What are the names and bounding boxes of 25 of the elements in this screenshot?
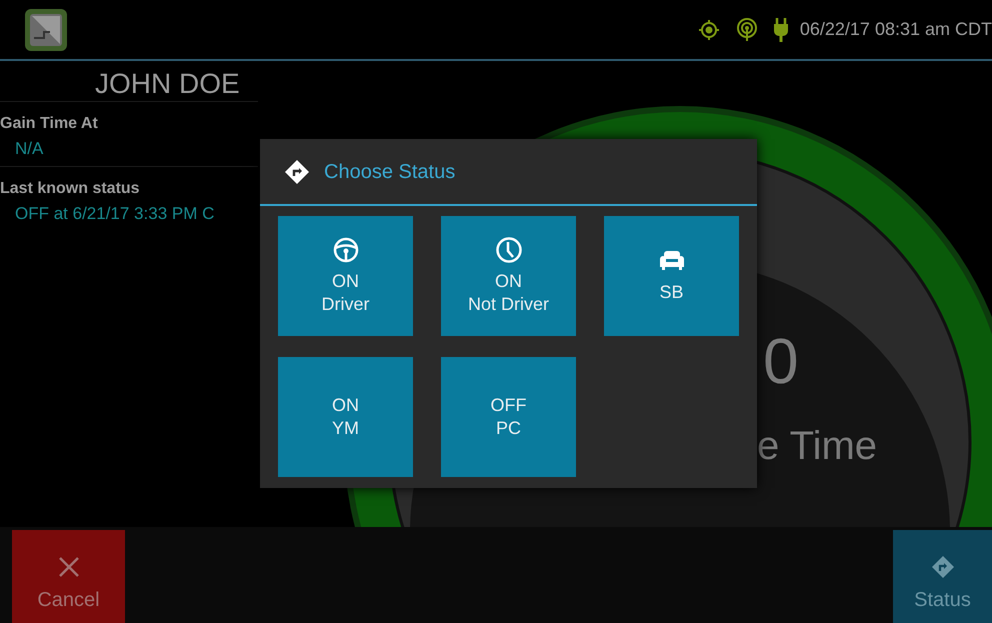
field-label: Gain Time At: [0, 114, 98, 134]
field-value: OFF at 6/21/17 3:33 PM C: [15, 203, 214, 225]
field-label: Last known status: [0, 179, 140, 199]
steering-wheel-icon: [332, 236, 360, 264]
plug-icon: [774, 18, 788, 42]
cancel-button[interactable]: Cancel: [12, 530, 125, 623]
direction-sign-icon: [284, 158, 310, 184]
signal-icon: [736, 18, 758, 42]
close-icon: [56, 555, 80, 579]
status-button[interactable]: Status: [893, 530, 992, 623]
status-option-button[interactable]: ON Not Driver: [441, 216, 576, 336]
driver-name: JOHN DOE: [95, 67, 240, 101]
field-value: N/A: [15, 138, 44, 160]
date-time-text: 06/22/17 08:31 am CDT: [800, 18, 992, 41]
direction-sign-icon: [930, 555, 954, 579]
status-option-button[interactable]: OFF PC: [441, 357, 576, 477]
status-option-button[interactable]: SB: [604, 216, 739, 336]
dialog-title: Choose Status: [324, 160, 456, 184]
clock-icon: [494, 236, 522, 264]
gauge-value: 0: [763, 329, 799, 393]
gauge-caption: e Time: [757, 426, 878, 466]
app-logo-icon: [24, 8, 68, 52]
status-option-button[interactable]: ON Driver: [278, 216, 413, 336]
location-icon: [698, 18, 720, 40]
status-option-button[interactable]: ON YM: [278, 357, 413, 477]
